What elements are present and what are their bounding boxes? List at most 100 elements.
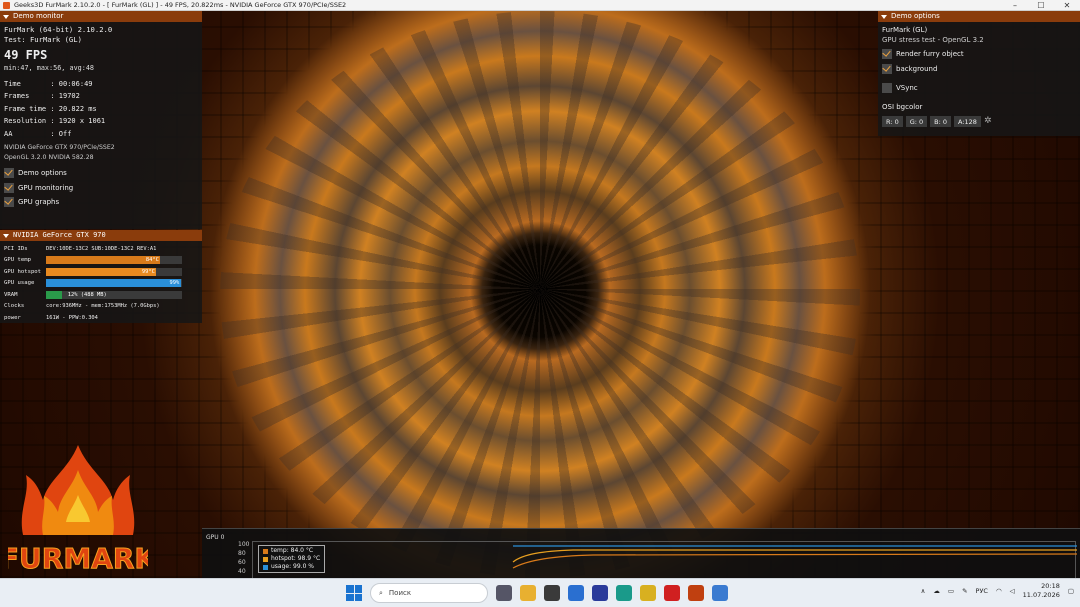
title-bar: Geeks3D FurMark 2.10.2.0 - [ FurMark (GL… bbox=[0, 0, 1080, 11]
close-button[interactable]: ✕ bbox=[1054, 0, 1080, 11]
legend-label: temp: 84.0 °C bbox=[271, 547, 314, 554]
graph-title: GPU 0 bbox=[206, 534, 225, 541]
gpu-bar-value: 99°C bbox=[141, 268, 155, 275]
checkbox-icon bbox=[882, 63, 892, 74]
legend-label: hotspot: 98.9 °C bbox=[271, 555, 321, 562]
taskbar-search[interactable]: ⌕ Поиск bbox=[370, 583, 488, 603]
notification-icon[interactable]: ▢ bbox=[1068, 587, 1074, 595]
checkbox-icon bbox=[4, 182, 14, 193]
y-tick-label: 40 bbox=[238, 568, 246, 575]
app-icon[interactable] bbox=[712, 585, 728, 601]
collapse-arrow-icon bbox=[3, 14, 9, 19]
osi-color-fields: R: 0 G: 0 B: 0 A:128 ✲ bbox=[882, 115, 1076, 127]
gpu-bar-label: GPU usage bbox=[4, 280, 35, 287]
demo-name: FurMark (GL) bbox=[882, 26, 928, 34]
vsync-checkbox[interactable]: VSync bbox=[882, 81, 1076, 96]
opera-icon[interactable] bbox=[664, 585, 680, 601]
stat-line: AA : Off bbox=[4, 129, 72, 138]
power-value: 161W - PPW:0.304 bbox=[46, 314, 98, 321]
collapse-arrow-icon bbox=[881, 14, 887, 19]
gpu-bar-fill bbox=[46, 290, 63, 299]
hotspot-line bbox=[512, 549, 1077, 563]
cloud-icon[interactable]: ☁ bbox=[933, 587, 940, 595]
pci-value: DEV:10DE-13C2 SUB:10DE-13C2 REV:A1 bbox=[46, 245, 157, 252]
gpu-name-title: NVIDIA GeForce GTX 970 bbox=[13, 231, 106, 239]
options-checks-checkbox[interactable]: Render furry object bbox=[882, 47, 1076, 62]
edge-icon[interactable] bbox=[616, 585, 632, 601]
speaker-icon[interactable]: ◁ bbox=[1010, 587, 1015, 595]
gpu-graph-panel: GPU 0 100 80 60 40 temp: 84.0 °C hotspot: 98… bbox=[202, 528, 1080, 579]
osi-field[interactable]: G: 0 bbox=[905, 115, 928, 127]
monitor-checks-checkbox[interactable]: GPU monitoring bbox=[4, 181, 198, 196]
window-title: Geeks3D FurMark 2.10.2.0 - [ FurMark (GL… bbox=[14, 1, 347, 9]
legend-item: hotspot: 98.9 °C bbox=[263, 555, 320, 563]
minimize-button[interactable]: – bbox=[1002, 0, 1028, 11]
gpu-bar-value: 12% (488 MB) bbox=[67, 291, 107, 298]
gpu-bar-fill bbox=[46, 256, 161, 265]
furmark-app-icon bbox=[3, 2, 10, 9]
checkbox-label: Render furry object bbox=[896, 50, 964, 59]
monitor-checkboxes: Demo options GPU monitoring GPU graphs bbox=[4, 166, 198, 210]
stat-line: Resolution : 1920 x 1061 bbox=[4, 117, 106, 126]
notes-icon[interactable]: ✎ bbox=[962, 587, 967, 595]
teams-icon[interactable] bbox=[592, 585, 608, 601]
options-checks-checkbox[interactable]: background bbox=[882, 62, 1076, 77]
search-icon: ⌕ bbox=[379, 588, 383, 597]
y-tick-label: 100 bbox=[238, 541, 250, 548]
network-icon[interactable] bbox=[568, 585, 584, 601]
clock[interactable]: 20:18 11.07.2026 bbox=[1023, 582, 1060, 600]
options-checkboxes: Render furry object background bbox=[882, 47, 1076, 76]
osi-field[interactable]: R: 0 bbox=[882, 115, 903, 127]
opengl-version: OpenGL 3.2.0 NVIDIA 582.28 bbox=[4, 154, 94, 162]
clock-date: 11.07.2026 bbox=[1022, 591, 1060, 599]
monitor-checks-checkbox[interactable]: Demo options bbox=[4, 166, 198, 181]
checkbox-label: GPU monitoring bbox=[18, 183, 74, 192]
temp-line bbox=[512, 553, 1078, 569]
gpu-panel-header[interactable]: NVIDIA GeForce GTX 970 bbox=[0, 230, 202, 241]
graph-lines bbox=[512, 545, 1078, 569]
graph-legend: temp: 84.0 °C hotspot: 98.9 °C usage: 99.0… bbox=[258, 545, 326, 573]
clocks-label: Clocks bbox=[4, 303, 25, 310]
fps-counter: 49 FPS bbox=[4, 48, 48, 62]
stat-line: Time : 00:06:49 bbox=[4, 80, 93, 88]
chrome-icon[interactable] bbox=[640, 585, 656, 601]
checkbox-label: background bbox=[896, 64, 938, 73]
gpu-bar-fill bbox=[46, 267, 157, 276]
gpu-bar: 12% (488 MB) bbox=[46, 290, 182, 299]
power-label: power bbox=[4, 314, 21, 321]
files-icon[interactable] bbox=[520, 585, 536, 601]
legend-label: usage: 99.0 % bbox=[271, 563, 315, 570]
furmark-logo: FURMARK bbox=[8, 445, 148, 576]
language-indicator[interactable]: РУС bbox=[976, 587, 988, 595]
demo-options-title: Demo options bbox=[891, 12, 940, 20]
furmark-icon[interactable] bbox=[688, 585, 704, 601]
start-button[interactable] bbox=[346, 585, 362, 601]
taskbar: ⌕ Поиск ∧ ☁ ▭ ✎ РУС ◠ ◁ 20:18 11.07.2026 … bbox=[0, 578, 1080, 607]
color-picker-icon[interactable]: ✲ bbox=[984, 116, 992, 127]
clock-time: 20:18 bbox=[1041, 582, 1060, 590]
app-version: FurMark (64-bit) 2.10.2.0 bbox=[4, 25, 113, 34]
maximize-button[interactable]: ☐ bbox=[1028, 0, 1054, 11]
demo-options-header[interactable]: Demo options bbox=[878, 11, 1080, 22]
gpu-bar-row: GPU usage 99% bbox=[4, 278, 198, 290]
test-name: Test: FurMark (GL) bbox=[4, 35, 82, 44]
checkbox-icon bbox=[4, 168, 14, 179]
monitor-checks-checkbox[interactable]: GPU graphs bbox=[4, 195, 198, 210]
checkbox-icon bbox=[4, 197, 14, 208]
taskview-icon[interactable] bbox=[496, 585, 512, 601]
display-icon[interactable]: ▭ bbox=[948, 587, 954, 595]
graph-plot-area bbox=[252, 541, 1078, 579]
stat-line: Frame time : 20.822 ms bbox=[4, 104, 97, 113]
demo-monitor-header[interactable]: Demo monitor bbox=[0, 11, 202, 22]
chevron-up-icon[interactable]: ∧ bbox=[921, 587, 926, 595]
store-icon[interactable] bbox=[544, 585, 560, 601]
pci-row: PCI IDs DEV:10DE-13C2 SUB:10DE-13C2 REV:A… bbox=[4, 243, 198, 255]
wifi-icon[interactable]: ◠ bbox=[996, 587, 1002, 595]
osi-label: OSI bgcolor bbox=[882, 102, 923, 111]
legend-swatch bbox=[263, 548, 268, 554]
osi-field[interactable]: B: 0 bbox=[930, 115, 952, 127]
gpu-bar-label: GPU temp bbox=[4, 257, 31, 264]
vsync-label: VSync bbox=[896, 84, 918, 93]
fps-minmax: min:47, max:56, avg:48 bbox=[4, 64, 95, 72]
osi-field[interactable]: A:128 bbox=[954, 115, 981, 127]
